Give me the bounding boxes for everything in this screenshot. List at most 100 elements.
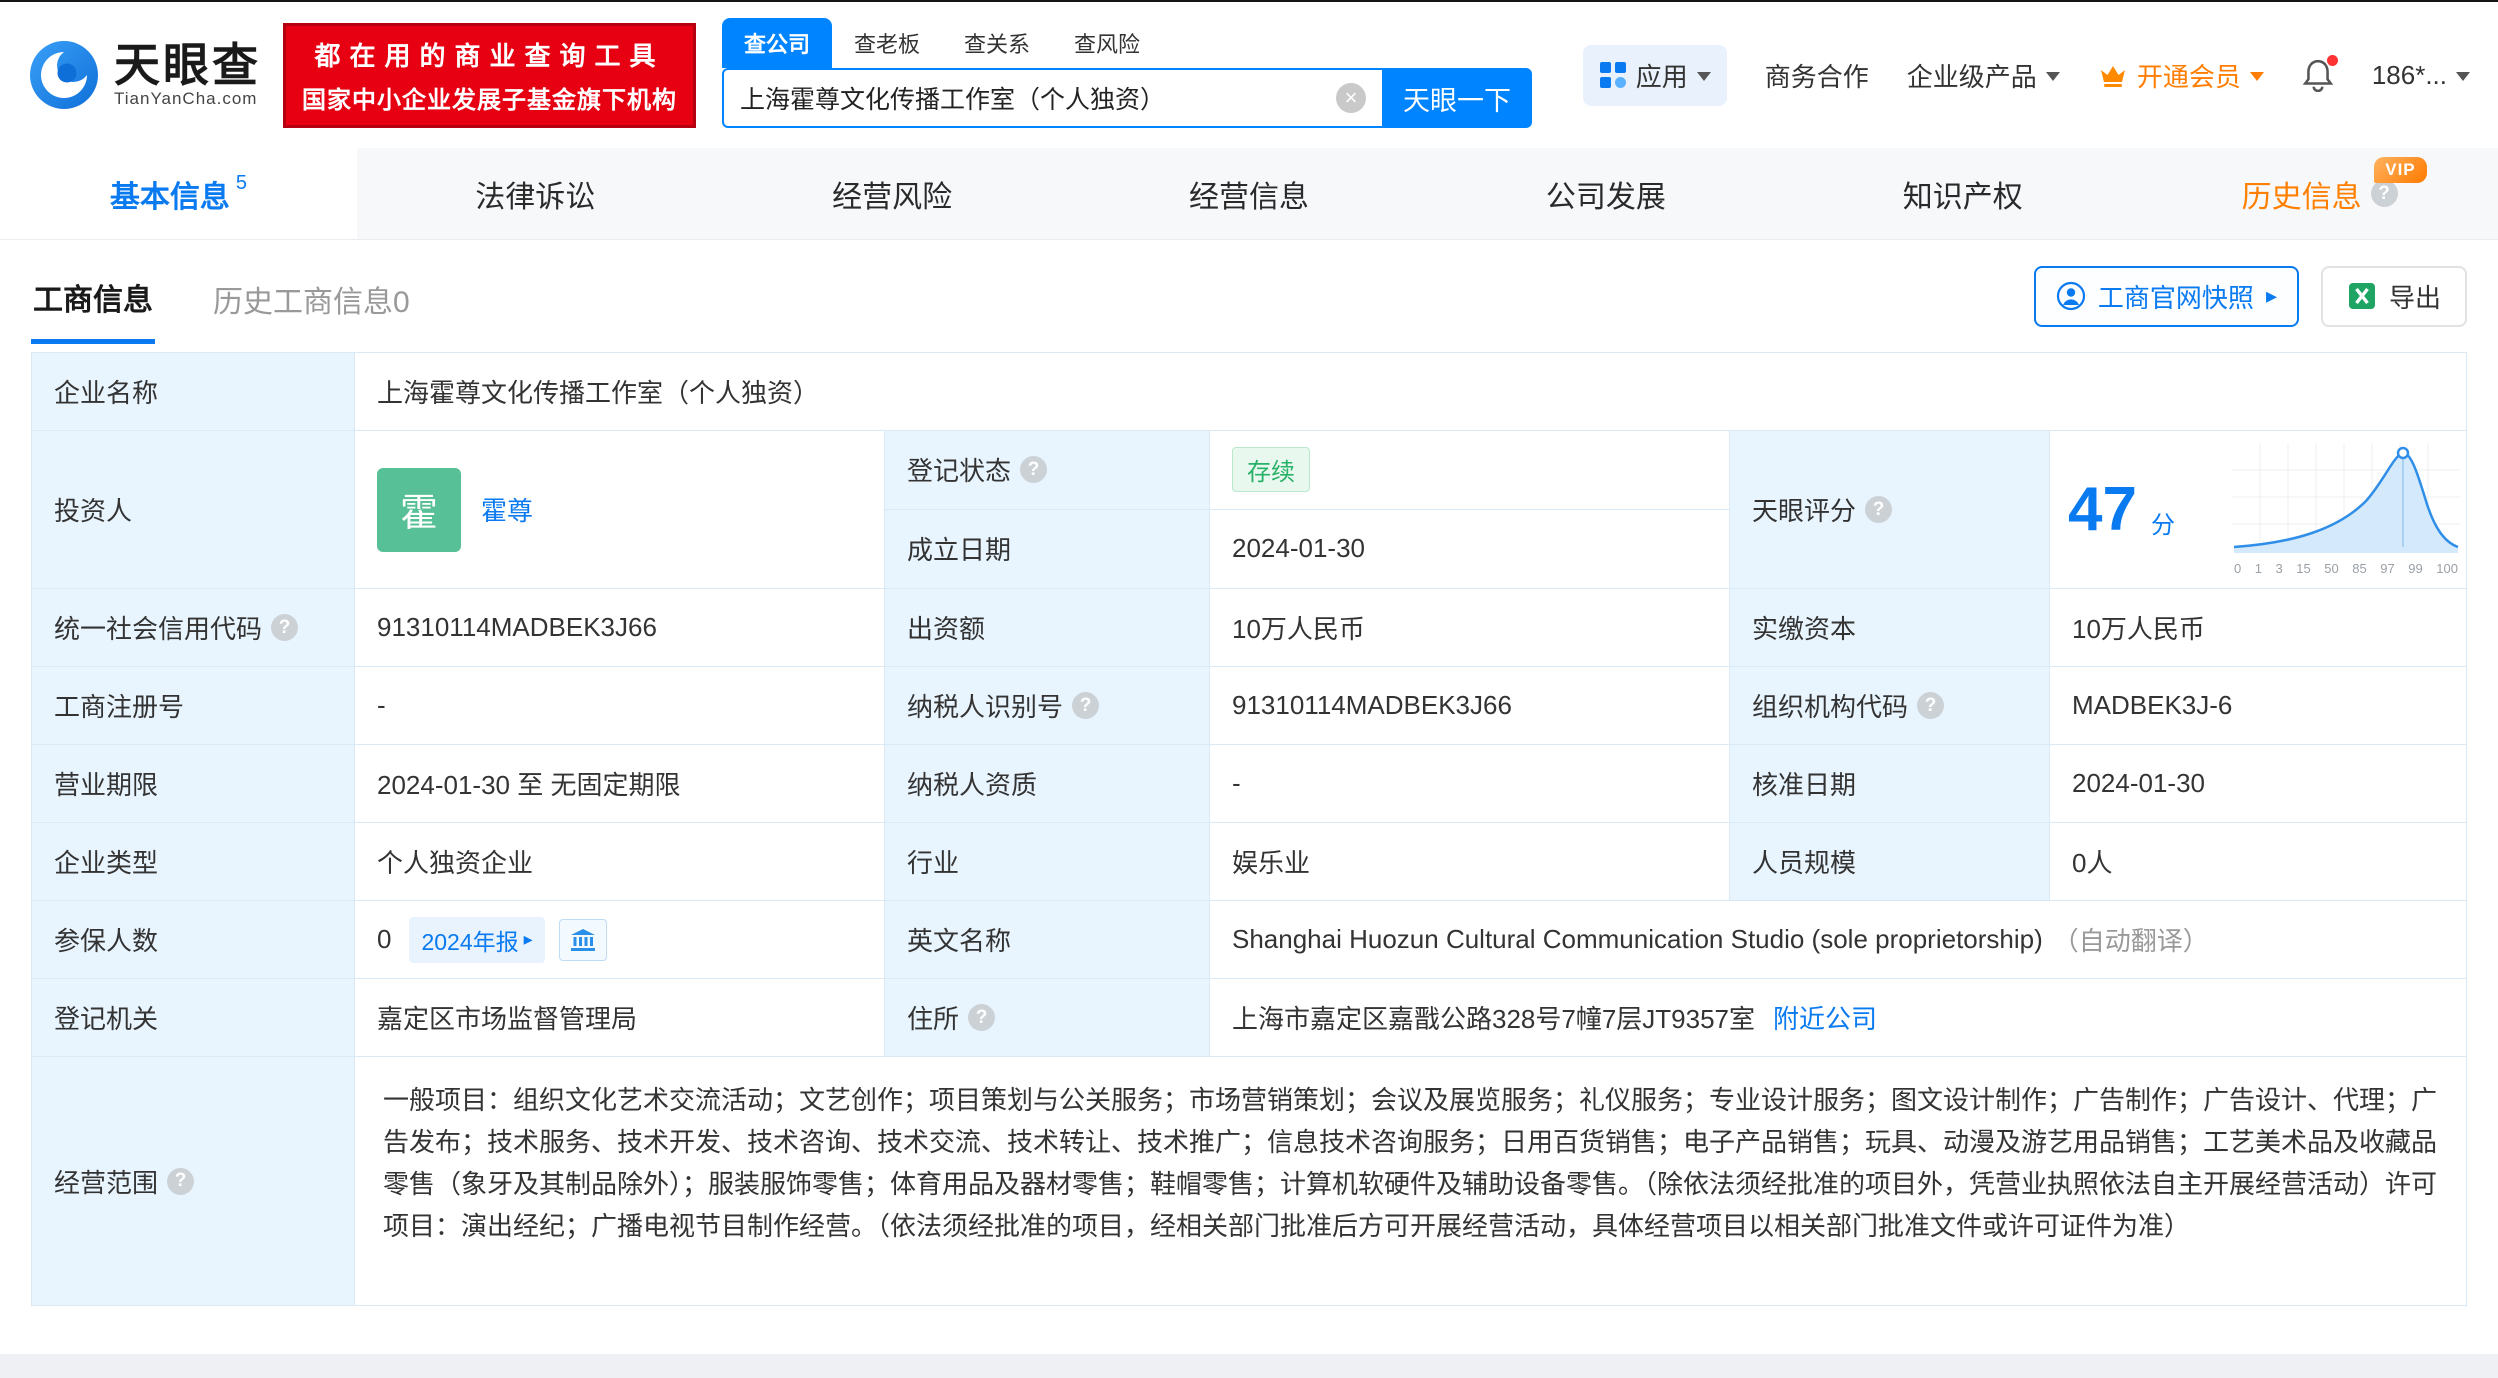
- reg-number-label: 工商注册号: [32, 667, 355, 745]
- business-term-value: 2024-01-30 至 无固定期限: [355, 745, 885, 823]
- account-label: 186*...: [2372, 60, 2447, 91]
- notifications-button[interactable]: [2302, 58, 2334, 92]
- export-button[interactable]: 导出: [2321, 266, 2467, 327]
- tab-basic-info-count: 5: [236, 172, 247, 195]
- taxpayer-quality-label: 纳税人资质: [885, 745, 1210, 823]
- investor-name-link[interactable]: 霍尊: [481, 491, 533, 528]
- help-icon[interactable]: ?: [968, 1004, 995, 1031]
- subtab-business-info[interactable]: 工商信息: [31, 249, 155, 344]
- search-tab-boss[interactable]: 查老板: [832, 18, 942, 68]
- tab-company-development[interactable]: 公司发展: [1427, 148, 1784, 239]
- help-icon[interactable]: ?: [167, 1168, 194, 1195]
- org-code-label: 组织机构代码 ?: [1730, 667, 2050, 745]
- subtab-history-business-info[interactable]: 历史工商信息0: [211, 251, 412, 341]
- reg-status-label: 登记状态 ?: [885, 431, 1210, 510]
- nearby-companies-link[interactable]: 附近公司: [1773, 999, 1877, 1036]
- tab-operating-risk[interactable]: 经营风险: [714, 148, 1071, 239]
- score-curve: [2232, 443, 2460, 553]
- official-snapshot-button[interactable]: 工商官网快照 ▸: [2034, 266, 2299, 327]
- credit-code-label: 统一社会信用代码 ?: [32, 589, 355, 667]
- table-row: 经营范围 ? 一般项目：组织文化艺术交流活动；文艺创作；项目策划与公关服务；市场…: [32, 1057, 2466, 1305]
- table-row: 参保人数 0 2024年报 ▸ 英文名称 Shanghai Huozun Cul…: [32, 901, 2466, 979]
- tab-legal-proceedings[interactable]: 法律诉讼: [357, 148, 714, 239]
- english-name-value: Shanghai Huozun Cultural Communication S…: [1210, 901, 2466, 979]
- promo-banner: 都在用的商业查询工具 国家中小企业发展子基金旗下机构: [283, 23, 696, 128]
- search-button[interactable]: 天眼一下: [1382, 68, 1532, 128]
- search-tab-relation[interactable]: 查关系: [942, 18, 1052, 68]
- header-menu: 应用 商务合作 企业级产品 开通会员 186*...: [1583, 45, 2470, 106]
- help-icon[interactable]: ?: [1020, 456, 1047, 483]
- insured-count-value: 0 2024年报 ▸: [355, 901, 885, 979]
- chevron-down-icon: [1697, 72, 1711, 88]
- enterprise-product-menu[interactable]: 企业级产品: [1907, 57, 2060, 94]
- social-insurance-chip[interactable]: [559, 919, 607, 961]
- company-name-label: 企业名称: [32, 353, 355, 431]
- business-scope-label: 经营范围 ?: [32, 1057, 355, 1305]
- staff-size-value: 0人: [2050, 823, 2466, 901]
- help-icon[interactable]: ?: [1072, 692, 1099, 719]
- account-menu[interactable]: 186*...: [2372, 60, 2470, 91]
- business-info-table: 企业名称 上海霍尊文化传播工作室（个人独资） 投资人 霍 霍尊 登记状态 ? 存…: [31, 352, 2467, 1306]
- search-input-wrap: ×: [722, 68, 1382, 128]
- insured-count-label: 参保人数: [32, 901, 355, 979]
- chevron-down-icon: [2456, 72, 2470, 88]
- tab-intellectual-property[interactable]: 知识产权: [1784, 148, 2141, 239]
- logo-title: 天眼查: [114, 41, 261, 89]
- taxpayer-id-value: 91310114MADBEK3J66: [1210, 667, 1730, 745]
- apps-grid-icon: [1599, 61, 1627, 89]
- tab-operating-info-label: 经营信息: [1189, 172, 1309, 216]
- person-badge-icon: [2056, 281, 2086, 311]
- capital-value: 10万人民币: [1210, 589, 1730, 667]
- apps-menu[interactable]: 应用: [1583, 45, 1727, 106]
- establish-date-label: 成立日期: [885, 510, 1210, 589]
- score-label: 天眼评分 ?: [1730, 431, 2050, 589]
- english-name-label: 英文名称: [885, 901, 1210, 979]
- search-tab-risk[interactable]: 查风险: [1052, 18, 1162, 68]
- search-tab-company[interactable]: 查公司: [722, 18, 832, 68]
- address-label: 住所 ?: [885, 979, 1210, 1057]
- tab-history-info[interactable]: VIP 历史信息 ?: [2141, 148, 2498, 239]
- business-term-label: 营业期限: [32, 745, 355, 823]
- table-row: 企业名称 上海霍尊文化传播工作室（个人独资）: [32, 353, 2466, 431]
- establish-date-value: 2024-01-30: [1210, 510, 1729, 589]
- notification-dot: [2327, 55, 2338, 66]
- cooperation-label: 商务合作: [1765, 57, 1869, 94]
- search-input[interactable]: [740, 84, 1336, 113]
- tab-operating-info[interactable]: 经营信息: [1071, 148, 1428, 239]
- investor-value: 霍 霍尊: [355, 431, 885, 589]
- tianyancha-logo-icon: [28, 39, 100, 111]
- tab-basic-info-label: 基本信息: [110, 172, 230, 216]
- tab-basic-info[interactable]: 基本信息 5: [0, 148, 357, 239]
- help-icon[interactable]: ?: [2371, 180, 2398, 207]
- clear-search-icon[interactable]: ×: [1336, 83, 1366, 113]
- search-block: 查公司 查老板 查关系 查风险 × 天眼一下: [722, 22, 1532, 128]
- tab-company-development-label: 公司发展: [1546, 172, 1666, 216]
- auto-translate-note: （自动翻译）: [2053, 921, 2209, 958]
- company-name-value: 上海霍尊文化传播工作室（个人独资）: [355, 353, 2466, 431]
- score-axis: 01 315 5085 9799 100: [2232, 561, 2460, 576]
- reg-authority-label: 登记机关: [32, 979, 355, 1057]
- cooperation-menu[interactable]: 商务合作: [1765, 57, 1869, 94]
- footer-strip: [0, 1354, 2498, 1378]
- chevron-down-icon: [2046, 72, 2060, 88]
- business-scope-value: 一般项目：组织文化艺术交流活动；文艺创作；项目策划与公关服务；市场营销策划；会议…: [355, 1057, 2466, 1305]
- help-icon[interactable]: ?: [1865, 496, 1892, 523]
- investor-avatar[interactable]: 霍: [377, 468, 461, 552]
- help-icon[interactable]: ?: [1917, 692, 1944, 719]
- table-row: 营业期限 2024-01-30 至 无固定期限 纳税人资质 - 核准日期 202…: [32, 745, 2466, 823]
- tab-intellectual-property-label: 知识产权: [1903, 172, 2023, 216]
- vip-badge: VIP: [2374, 157, 2426, 183]
- main-nav: 基本信息 5 法律诉讼 经营风险 经营信息 公司发展 知识产权 VIP 历史信息…: [0, 148, 2498, 240]
- table-row: 企业类型 个人独资企业 行业 娱乐业 人员规模 0人: [32, 823, 2466, 901]
- help-icon[interactable]: ?: [271, 614, 298, 641]
- company-type-label: 企业类型: [32, 823, 355, 901]
- export-label: 导出: [2389, 278, 2441, 315]
- taxpayer-id-label: 纳税人识别号 ?: [885, 667, 1210, 745]
- approval-date-value: 2024-01-30: [2050, 745, 2466, 823]
- tianyancha-logo[interactable]: 天眼查 TianYanCha.com: [28, 39, 261, 111]
- annual-report-badge[interactable]: 2024年报 ▸: [409, 917, 544, 963]
- vip-upgrade-menu[interactable]: 开通会员: [2098, 57, 2264, 94]
- crown-icon: [2098, 62, 2128, 89]
- promo-banner-line1: 都在用的商业查询工具: [302, 36, 677, 73]
- credit-code-value: 91310114MADBEK3J66: [355, 589, 885, 667]
